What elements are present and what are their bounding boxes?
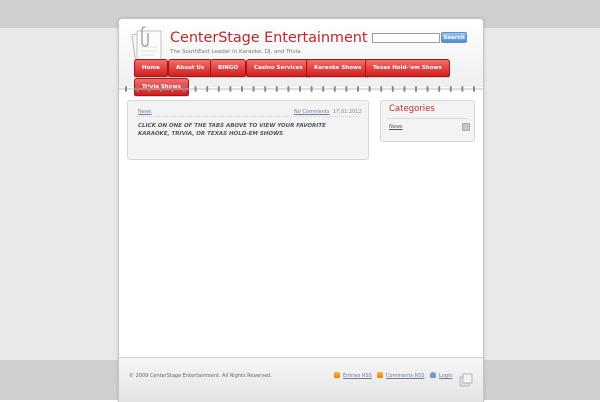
binding-ring xyxy=(357,86,359,92)
binding-ring xyxy=(426,86,429,92)
categories-widget: Categories News xyxy=(380,100,475,142)
post-category-link[interactable]: News xyxy=(138,109,152,115)
binding-ring xyxy=(391,86,394,92)
search-button[interactable]: Search xyxy=(441,32,467,43)
tab-about-us[interactable]: About Us xyxy=(168,59,213,77)
post-date: 17.01.2012 xyxy=(333,109,362,115)
login-link[interactable]: Login xyxy=(439,373,453,379)
categories-title: Categories xyxy=(389,104,435,114)
binding-ring xyxy=(125,86,127,92)
copyright: © 2009 CenterStage Entertainment. All Ri… xyxy=(129,373,273,379)
binding-ring xyxy=(171,86,174,92)
binding-ring xyxy=(183,86,185,92)
post-comments-link[interactable]: No Comments xyxy=(294,109,330,115)
binding-ring xyxy=(206,86,209,92)
document-stack-icon xyxy=(459,372,473,387)
binding-ring xyxy=(380,86,383,92)
binding-ring xyxy=(322,86,325,92)
binding-ring xyxy=(159,86,162,92)
binding-ring xyxy=(368,86,371,92)
binding-ring xyxy=(275,86,278,92)
site-tagline: The SouthEast Leader in Karaoke, DJ, and… xyxy=(170,49,301,55)
tab-bingo[interactable]: BINGO xyxy=(210,59,247,77)
search-input[interactable] xyxy=(372,33,440,43)
categories-divider xyxy=(387,118,468,119)
binding-ring xyxy=(403,86,406,92)
post-divider xyxy=(136,116,360,117)
category-link-news[interactable]: News xyxy=(389,124,403,130)
binding-ring xyxy=(461,86,464,92)
binding-ring xyxy=(241,86,243,92)
rss-icon xyxy=(377,372,383,378)
tab-karaoke-shows[interactable]: Karaoke Shows xyxy=(306,59,370,77)
binding-ring xyxy=(136,86,139,92)
binding-ring xyxy=(229,86,232,92)
binding-ring xyxy=(299,86,301,92)
category-feed-icon[interactable] xyxy=(462,123,470,131)
user-icon xyxy=(430,372,436,378)
binding-ring xyxy=(194,86,197,92)
tab-casino-services[interactable]: Casino Services xyxy=(246,59,311,77)
site-title[interactable]: CenterStage Entertainment xyxy=(170,30,368,46)
binding-ring xyxy=(287,86,290,92)
post-text: CLICK ON ONE OF THE TABS ABOVE TO VIEW Y… xyxy=(138,123,326,137)
binding-ring xyxy=(217,86,220,92)
binding-ring xyxy=(264,86,267,92)
spiral-binding-divider xyxy=(119,86,483,92)
rss-icon xyxy=(334,372,340,378)
binding-ring xyxy=(148,86,151,92)
page-container: CenterStage Entertainment The SouthEast … xyxy=(118,18,484,402)
binding-ring xyxy=(415,86,417,92)
post: News No Comments 17.01.2012 CLICK ON ONE… xyxy=(127,100,369,160)
entries-rss-link[interactable]: Entries RSS xyxy=(343,373,372,379)
tab-texas-holdem-shows[interactable]: Texas Hold-'em Shows xyxy=(365,59,450,77)
binding-ring xyxy=(310,86,313,92)
footer: © 2009 CenterStage Entertainment. All Ri… xyxy=(119,357,483,402)
binding-ring xyxy=(333,86,336,92)
tab-home[interactable]: Home xyxy=(134,59,168,77)
binding-ring xyxy=(252,86,255,92)
binding-ring xyxy=(438,86,441,92)
binding-ring xyxy=(473,86,475,92)
binding-ring xyxy=(345,86,348,92)
comments-rss-link[interactable]: Comments RSS xyxy=(386,373,425,379)
binding-ring xyxy=(449,86,452,92)
